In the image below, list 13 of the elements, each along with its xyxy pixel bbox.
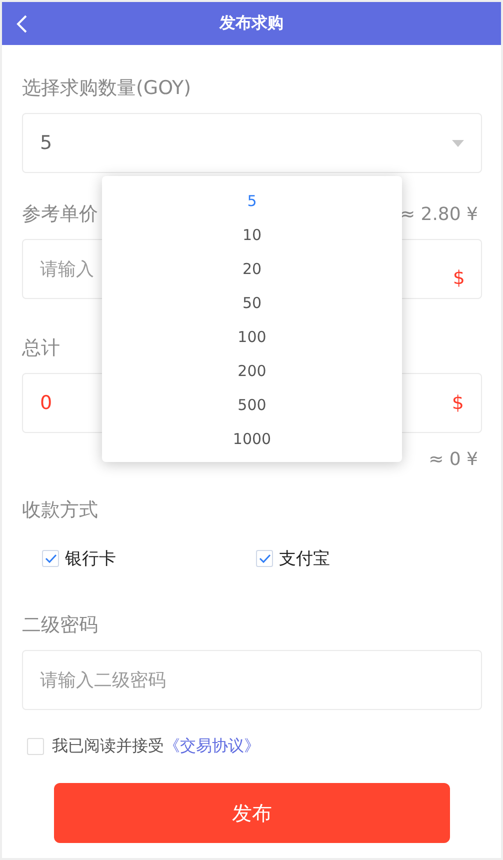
checkbox-label: 支付宝 — [279, 548, 330, 570]
checkbox-label: 银行卡 — [65, 548, 116, 570]
currency-symbol: $ — [452, 267, 465, 289]
field-label: 二级密码 — [22, 613, 98, 638]
field-label: 参考单价 — [22, 202, 98, 227]
field-label: 收款方式 — [22, 498, 98, 523]
currency-symbol: $ — [452, 392, 464, 414]
yuan-reading: ≈ 0 ¥ — [428, 448, 479, 472]
page-title: 发布求购 — [220, 13, 284, 34]
field-label: 选择求购数量(GOY) — [22, 76, 192, 101]
agreement-text: 我已阅读并接受 — [52, 736, 164, 757]
yuan-reading: ≈ 2.80 ¥ — [400, 204, 479, 224]
field-label: 总计 — [22, 336, 60, 361]
